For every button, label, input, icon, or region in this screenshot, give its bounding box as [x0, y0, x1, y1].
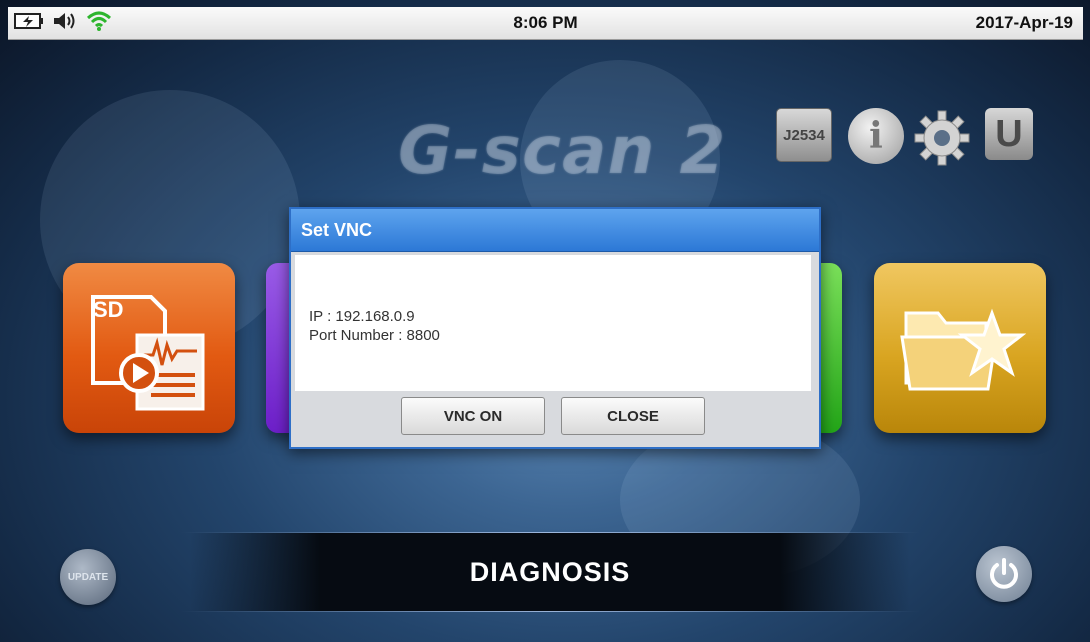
sd-recorder-icon: [91, 295, 205, 411]
gear-icon[interactable]: [912, 108, 972, 168]
section-title: DIAGNOSIS: [469, 557, 631, 587]
g-scan-logo: G-scan 2: [398, 112, 727, 189]
close-button[interactable]: CLOSE: [561, 397, 705, 435]
bottom-bar-divider: [180, 611, 920, 612]
update-button[interactable]: UPDATE: [60, 549, 116, 605]
status-date: 2017-Apr-19: [975, 13, 1073, 32]
dialog-title: Set VNC: [291, 209, 819, 252]
folder-star-icon: [900, 308, 1026, 391]
dialog-body: IP : 192.168.0.9 Port Number : 8800: [295, 255, 811, 391]
home-screen: 8:06 PM 2017-Apr-19 G-scan 2 J2534 i U S…: [0, 0, 1090, 642]
status-time: 8:06 PM: [513, 13, 578, 32]
status-bar: 8:06 PM 2017-Apr-19: [8, 7, 1083, 40]
dialog-message: IP : 192.168.0.9 Port Number : 8800: [309, 307, 440, 345]
set-vnc-dialog: Set VNC IP : 192.168.0.9 Port Number : 8…: [289, 207, 821, 449]
info-icon[interactable]: i: [848, 108, 904, 164]
ip-address-text: IP : 192.168.0.9: [309, 308, 415, 325]
port-number-text: Port Number : 8800: [309, 327, 440, 344]
vnc-on-button[interactable]: VNC ON: [401, 397, 545, 435]
power-icon: [990, 558, 1018, 589]
favorites-tile[interactable]: [874, 263, 1046, 433]
u-icon[interactable]: U: [985, 108, 1033, 160]
update-label: UPDATE: [67, 571, 109, 583]
sd-recorder-tile[interactable]: SD: [63, 263, 235, 433]
power-button[interactable]: [976, 546, 1032, 602]
bottom-bar: DIAGNOSIS: [190, 533, 910, 611]
j2534-icon[interactable]: J2534: [776, 108, 832, 162]
